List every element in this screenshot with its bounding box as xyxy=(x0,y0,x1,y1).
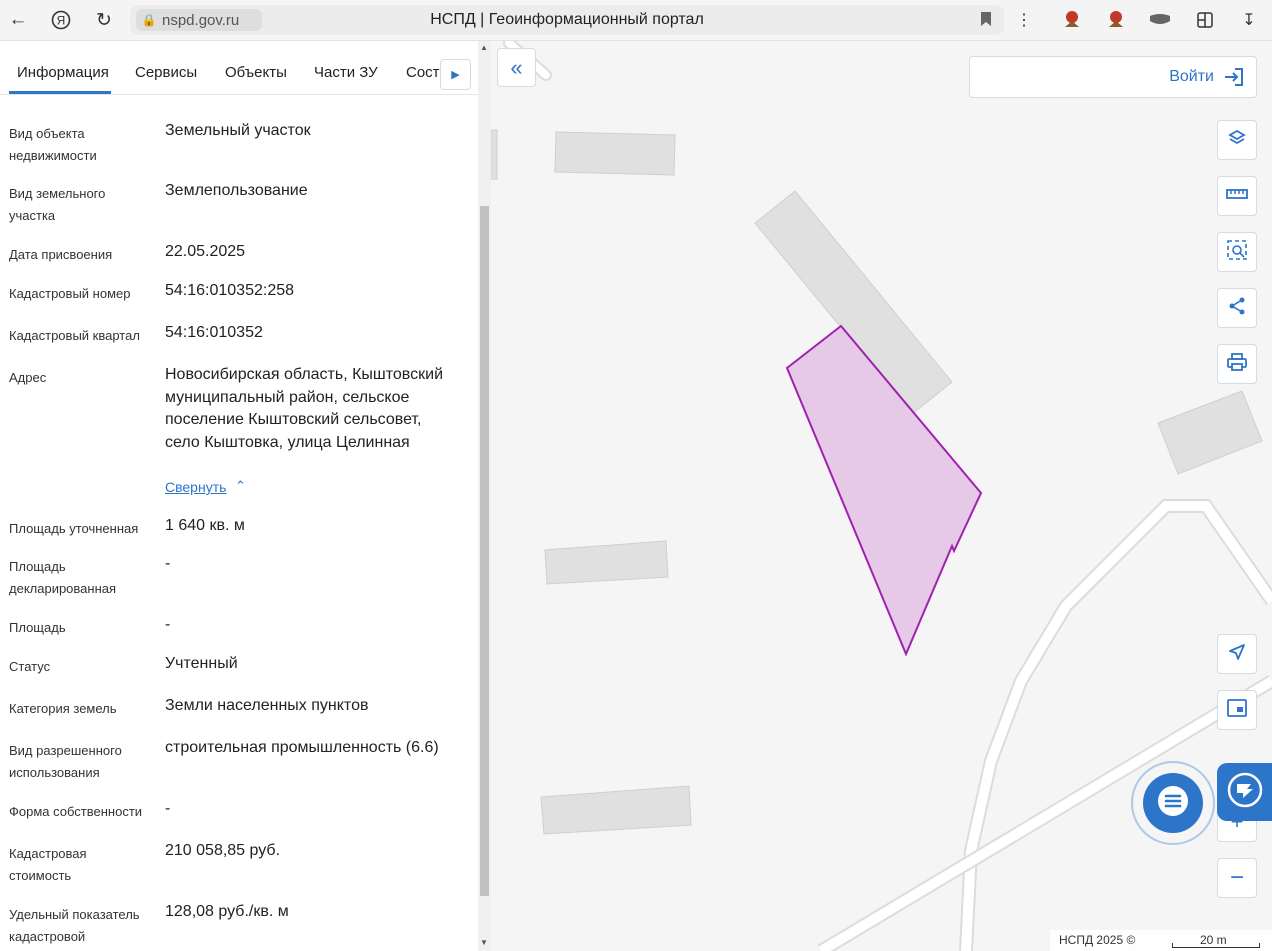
field-label: Площадь декларированная xyxy=(9,559,117,596)
scroll-up-arrow-icon[interactable]: ▲ xyxy=(480,43,488,52)
more-menu-icon[interactable]: ⋮ xyxy=(1012,8,1036,32)
field-value: - xyxy=(165,616,171,633)
minimap-button[interactable] xyxy=(1217,690,1257,730)
building xyxy=(1157,390,1263,475)
field-value: 210 058,85 руб. xyxy=(165,842,281,859)
gosuslugi-feedback-icon xyxy=(1226,771,1264,814)
copyright-text: НСПД 2025 © xyxy=(1059,933,1136,947)
printer-icon xyxy=(1226,352,1248,377)
field-value: 54:16:010352:258 xyxy=(165,282,295,299)
field-label: Адрес xyxy=(9,370,47,385)
area-search-button[interactable] xyxy=(1217,232,1257,272)
scale-bar xyxy=(1172,943,1260,948)
login-icon xyxy=(1222,65,1246,94)
field-value: Земли населенных пунктов xyxy=(165,697,369,714)
collapse-panel-button[interactable]: « xyxy=(497,48,536,87)
navigation-arrow-icon xyxy=(1227,642,1247,667)
scroll-down-arrow-icon[interactable]: ▼ xyxy=(480,938,488,947)
collections-icon[interactable] xyxy=(1193,8,1217,32)
reading-mode-icon[interactable] xyxy=(1148,8,1172,32)
reload-icon[interactable]: ↻ xyxy=(90,6,118,34)
map-footer: НСПД 2025 © 20 m xyxy=(1050,930,1272,951)
address-value: Новосибирская область, Кыштовский муници… xyxy=(165,366,443,451)
building xyxy=(491,129,498,180)
field-label: Удельный показатель кадастровой xyxy=(9,907,140,944)
field-value: Учтенный xyxy=(165,655,238,672)
select-area-icon xyxy=(1226,239,1248,266)
field-label: Кадастровый номер xyxy=(9,286,131,301)
field-value: Землепользование xyxy=(165,182,308,199)
extension-icon[interactable] xyxy=(1104,8,1128,32)
chat-icon xyxy=(1156,784,1190,823)
login-label: Войти xyxy=(1169,68,1214,85)
minimap-icon xyxy=(1227,698,1247,722)
building xyxy=(544,540,669,585)
print-button[interactable] xyxy=(1217,344,1257,384)
feedback-widget-button[interactable] xyxy=(1217,763,1272,821)
scroll-thumb[interactable] xyxy=(480,206,489,896)
field-label: Форма собственности xyxy=(9,804,143,819)
chat-button[interactable] xyxy=(1143,773,1203,833)
field-label: Кадастровая стоимость xyxy=(9,846,87,883)
field-label: Площадь xyxy=(9,620,66,635)
field-value: Земельный участок xyxy=(165,122,311,139)
info-panel: Информация Сервисы Объекты Части ЗУ Сост… xyxy=(0,41,478,951)
tab-services[interactable]: Сервисы xyxy=(135,64,197,81)
address-bar[interactable]: 🔒 nspd.gov.ru НСПД | Геоинформационный п… xyxy=(130,5,1004,35)
extension-icon[interactable] xyxy=(1060,8,1084,32)
back-arrow-icon[interactable]: ← xyxy=(4,6,32,34)
layers-button[interactable] xyxy=(1217,120,1257,160)
browser-toolbar: ← Я ↻ 🔒 nspd.gov.ru НСПД | Геоинформацио… xyxy=(0,0,1272,41)
field-label: Статус xyxy=(9,659,51,674)
field-value: 1 640 кв. м xyxy=(165,517,245,534)
geolocation-button[interactable] xyxy=(1217,634,1257,674)
collapse-link[interactable]: Свернуть xyxy=(165,479,226,495)
field-label: Дата присвоения xyxy=(9,247,113,262)
field-value: - xyxy=(165,800,171,817)
field-label: Вид земельного участка xyxy=(9,186,106,223)
panel-scrollbar[interactable]: ▲ ▼ xyxy=(478,41,491,951)
zoom-out-button[interactable]: − xyxy=(1217,858,1257,898)
field-value: - xyxy=(165,555,171,572)
field-label: Вид разрешенного использования xyxy=(9,743,122,780)
share-button[interactable] xyxy=(1217,288,1257,328)
field-label: Площадь уточненная xyxy=(9,521,139,536)
field-value: 54:16:010352 xyxy=(165,324,263,341)
building xyxy=(554,131,676,176)
tab-information[interactable]: Информация xyxy=(17,64,109,81)
ruler-icon xyxy=(1226,187,1248,206)
minus-icon: − xyxy=(1229,864,1244,891)
layers-icon xyxy=(1227,128,1247,153)
yandex-icon[interactable]: Я xyxy=(47,6,75,34)
field-label: Категория земель xyxy=(9,701,117,716)
login-button[interactable]: Войти xyxy=(969,56,1257,98)
field-value: 22.05.2025 xyxy=(165,243,246,260)
share-icon xyxy=(1227,296,1247,321)
building xyxy=(540,785,692,835)
tab-bar: Информация Сервисы Объекты Части ЗУ Сост… xyxy=(0,41,478,95)
bookmark-icon[interactable] xyxy=(980,11,992,30)
svg-text:Я: Я xyxy=(57,14,66,28)
field-value: 128,08 руб./кв. м xyxy=(165,903,289,920)
tab-objects[interactable]: Объекты xyxy=(225,64,287,81)
tabs-scroll-right-button[interactable]: ▶ xyxy=(440,59,471,90)
field-label: Вид объекта недвижимости xyxy=(9,126,97,163)
tab-parts[interactable]: Части ЗУ xyxy=(314,64,378,81)
download-icon[interactable]: ↧ xyxy=(1237,8,1261,32)
field-value: строительная промышленность (6.6) xyxy=(165,739,439,756)
page-title: НСПД | Геоинформационный портал xyxy=(430,11,704,28)
measure-button[interactable] xyxy=(1217,176,1257,216)
chevron-up-icon[interactable]: ⌃ xyxy=(235,478,246,494)
field-label: Кадастровый квартал xyxy=(9,328,140,343)
active-tab-indicator xyxy=(9,91,111,94)
